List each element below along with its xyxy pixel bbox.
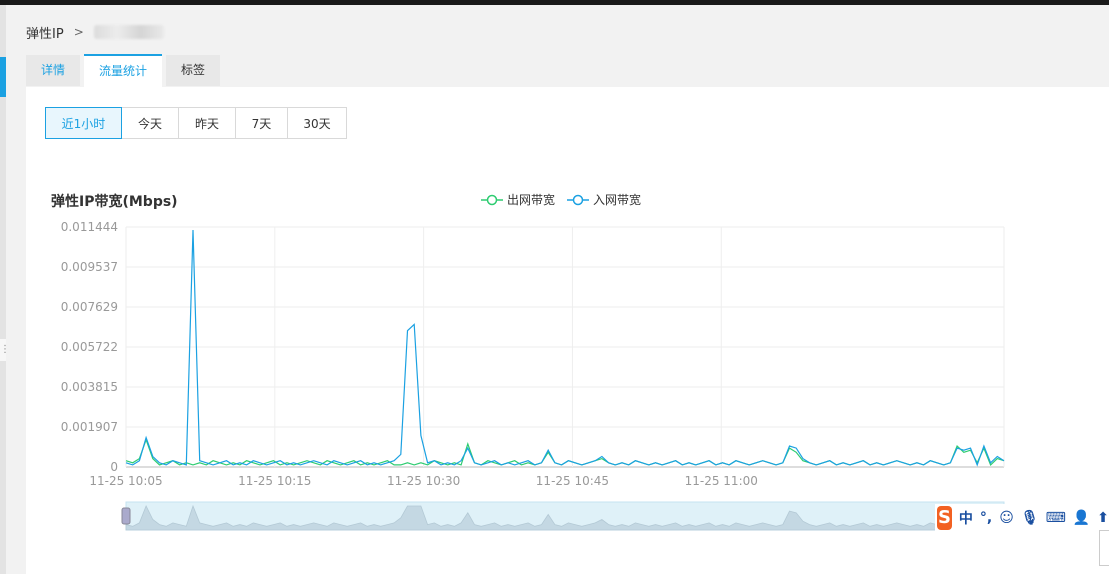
keyboard-icon[interactable]: ⌨ [1046,510,1066,526]
range-last-hour-button[interactable]: 近1小时 [45,107,122,139]
series-line-outbound [125,437,1005,466]
user-icon[interactable]: 👤 [1073,510,1090,526]
breadcrumb-root[interactable]: 弹性IP [26,23,64,42]
ime-punctuation-toggle[interactable]: °, [980,510,992,526]
emoji-icon[interactable]: ☺ [999,510,1014,526]
chevron-right-icon: > [73,25,84,39]
left-nav-rail[interactable]: ⋮ [0,5,10,574]
y-tick-label: 0.001907 [61,420,118,434]
ime-popup-edge [1099,530,1109,566]
x-tick-label: 11-25 10:45 [536,474,609,488]
tab-tags[interactable]: 标签 [166,55,221,86]
tab-details[interactable]: 详情 [26,55,81,86]
tab-traffic-stats[interactable]: 流量统计 [84,54,163,89]
breadcrumb: 弹性IP > [26,22,164,42]
zoom-handle-left[interactable] [121,507,131,525]
x-tick-label: 11-25 10:15 [238,474,311,488]
traffic-panel: 近1小时 今天 昨天 7天 30天 弹性IP带宽(Mbps) 出网带宽 入网带宽… [26,87,1109,574]
tab-bar: 详情 流量统计 标签 [26,54,224,89]
x-tick-label: 11-25 10:30 [387,474,460,488]
y-tick-label: 0.003815 [61,380,118,394]
y-tick-label: 0 [110,460,118,474]
ime-toolbar[interactable]: S 中 °, ☺ 🎙 ⌨ 👤 ⬆ [935,504,1109,532]
sogou-logo-icon[interactable]: S [937,506,952,530]
nav-active-indicator [0,57,6,97]
bandwidth-chart: 0.011444 0.009537 0.007629 0.005722 0.003815… [61,220,1005,531]
top-bar [0,0,1109,5]
y-tick-label: 0.007629 [61,300,118,314]
y-tick-label: 0.009537 [61,260,118,274]
collapse-handle-icon[interactable]: ⋮ [0,339,10,361]
y-tick-label: 0.005722 [61,340,118,354]
microphone-icon[interactable]: 🎙 [1021,510,1039,526]
breadcrumb-current-redacted [93,25,164,39]
x-tick-label: 11-25 11:00 [685,474,758,488]
y-tick-label: 0.011444 [61,220,118,234]
skin-icon[interactable]: ⬆ [1097,510,1109,526]
x-tick-label: 11-25 10:05 [89,474,162,488]
ime-language-toggle[interactable]: 中 [959,508,973,528]
